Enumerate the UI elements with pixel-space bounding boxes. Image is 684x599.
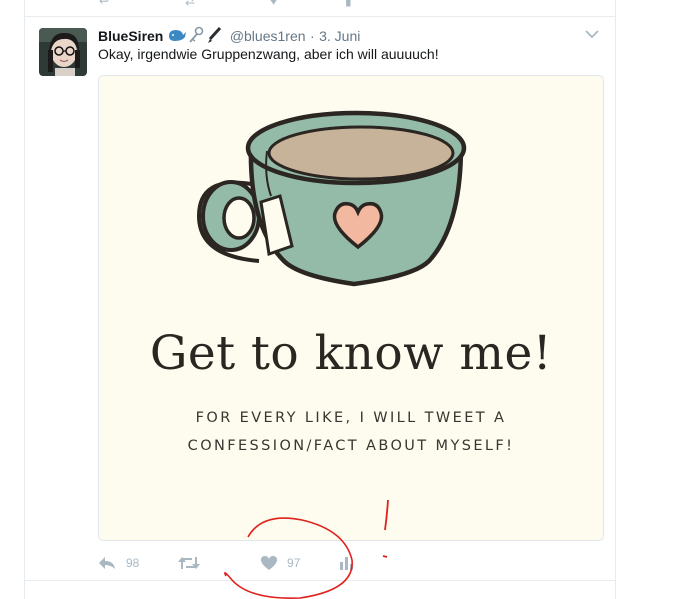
previous-tweet-actions: ↩ ⇄ ♥ ▮: [25, 0, 615, 17]
tweet-header: BlueSiren @blues1ren · 3. Juni: [98, 26, 605, 44]
retweet-button[interactable]: [178, 553, 210, 573]
retweet-icon[interactable]: ⇄: [185, 0, 195, 8]
analytics-button[interactable]: [339, 553, 353, 573]
author-name[interactable]: BlueSiren: [98, 28, 163, 44]
analytics-icon[interactable]: ▮: [345, 0, 352, 8]
media-headline: Get to know me!: [149, 326, 553, 381]
tweet-separator: [25, 580, 615, 581]
tweet[interactable]: BlueSiren @blues1ren · 3. Juni Okay, irg…: [25, 17, 615, 580]
key-icon: [189, 26, 204, 43]
timeline-column: ↩ ⇄ ♥ ▮ BlueSiren @blues1ren · 3. Juni O…: [24, 0, 616, 599]
like-count: 97: [287, 556, 301, 570]
separator-dot: ·: [309, 28, 315, 44]
retweet-icon: [178, 557, 200, 569]
tweet-actions: 98 97: [98, 553, 498, 573]
pen-icon: [208, 26, 222, 43]
like-button[interactable]: 97: [261, 553, 300, 573]
tweet-date[interactable]: 3. Juni: [319, 28, 360, 44]
media-image[interactable]: Get to know me! FOR EVERY LIKE, I WILL T…: [98, 75, 604, 541]
chevron-down-icon[interactable]: [585, 26, 599, 42]
heart-icon: [261, 556, 277, 570]
reply-icon[interactable]: ↩: [99, 0, 109, 8]
tweet-text: Okay, irgendwie Gruppenzwang, aber ich w…: [98, 46, 439, 62]
analytics-icon: [340, 557, 353, 570]
media-subline-1: FOR EVERY LIKE, I WILL TWEET A: [195, 410, 507, 426]
heart-icon[interactable]: ♥: [270, 0, 277, 8]
reply-count: 98: [126, 556, 140, 570]
author-handle[interactable]: @blues1ren: [230, 28, 306, 44]
reply-button[interactable]: 98: [98, 553, 139, 573]
teacup-illustration: [196, 110, 467, 287]
whale-icon: [169, 30, 187, 41]
reply-icon: [99, 557, 115, 569]
avatar[interactable]: [39, 28, 87, 76]
media-subline-2: CONFESSION/FACT ABOUT MYSELF!: [187, 438, 515, 454]
